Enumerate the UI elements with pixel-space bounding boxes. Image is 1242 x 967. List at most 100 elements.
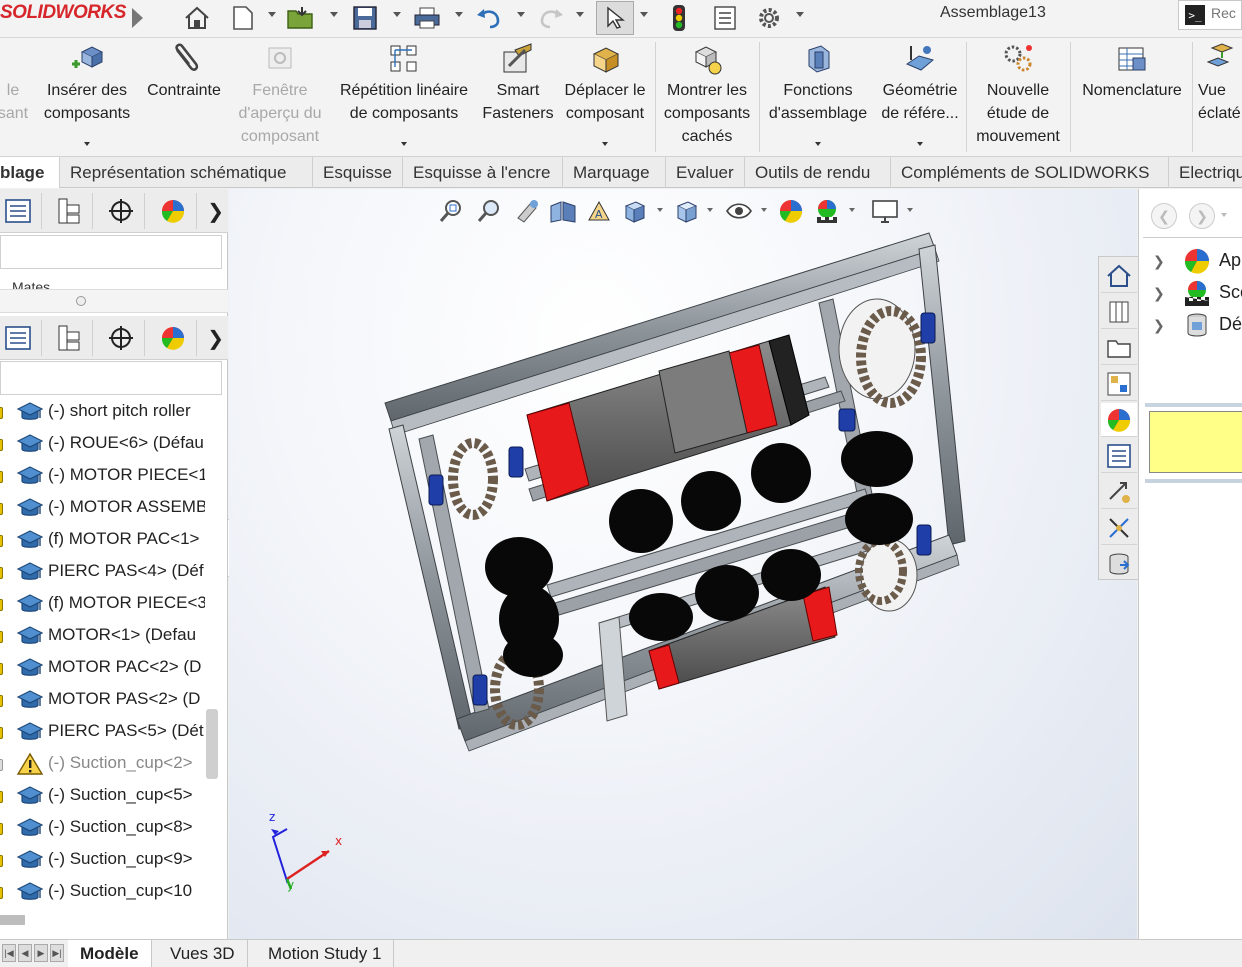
tree-item[interactable]: (-) short pitch roller <box>0 396 205 428</box>
property-manager-icon[interactable] <box>45 193 93 229</box>
tab-evaluate[interactable]: Evaluer <box>666 157 745 188</box>
tab-assembly[interactable]: blage <box>0 157 60 188</box>
tree-horizontal-scrollbar[interactable] <box>0 915 25 925</box>
undo-icon[interactable] <box>474 3 504 33</box>
move-component-dropdown-icon[interactable] <box>602 142 608 146</box>
show-hidden-components-button[interactable]: Montrer les composants cachés <box>658 38 756 156</box>
first-tab-icon[interactable]: |◀ <box>2 944 16 962</box>
chevron-right-icon[interactable]: ❯ <box>1153 253 1165 270</box>
assembly-features-button[interactable]: Fonctions d'assemblage <box>762 38 874 156</box>
options-icon[interactable] <box>754 3 784 33</box>
solidworks-logo[interactable]: SOLIDWORKS <box>0 2 126 24</box>
pdm-tab[interactable] <box>1101 547 1137 581</box>
tree-filter-box[interactable] <box>0 235 222 269</box>
file-explorer-tab[interactable] <box>1101 331 1137 365</box>
last-tab-icon[interactable]: ▶| <box>50 944 64 962</box>
tree-item[interactable]: MOTOR PAS<2> (D <box>0 684 205 716</box>
reference-geometry-button[interactable]: Géométrie de référe... <box>876 38 964 156</box>
new-dropdown-icon[interactable] <box>268 12 276 17</box>
print-dropdown-icon[interactable] <box>455 12 463 17</box>
tree-item[interactable]: (-) Suction_cup<10 <box>0 876 205 908</box>
exploded-view-button[interactable]: Vue éclaté <box>1196 38 1242 156</box>
tree-item[interactable]: PIERC PAS<4> (Déf <box>0 556 205 588</box>
tab-render-tools[interactable]: Outils de rendu <box>745 157 891 188</box>
solidworks-forum-tab[interactable] <box>1101 475 1137 509</box>
tab-schematic[interactable]: Représentation schématique <box>60 157 313 188</box>
property-manager-icon[interactable] <box>45 320 93 356</box>
reference-geometry-dropdown-icon[interactable] <box>917 142 923 146</box>
graphics-area[interactable]: A z x y <box>229 189 1137 939</box>
tab-model[interactable]: Modèle <box>68 940 152 967</box>
home-icon[interactable] <box>182 3 212 33</box>
tab-motion-study-1[interactable]: Motion Study 1 <box>256 940 395 967</box>
undo-dropdown-icon[interactable] <box>517 12 525 17</box>
tree-item[interactable]: PIERC PAS<5> (Dét <box>0 716 205 748</box>
save-icon[interactable] <box>350 3 380 33</box>
tab-3d-views[interactable]: Vues 3D <box>158 940 248 967</box>
assembly-3d-model[interactable]: z x y <box>229 189 1137 939</box>
solidworks-resources-tab[interactable] <box>1101 259 1137 293</box>
appearances-scenes-tab[interactable] <box>1101 403 1137 437</box>
tree-item[interactable]: (-) MOTOR ASSEMB <box>0 492 205 524</box>
chevron-right-icon[interactable]: ❯ <box>207 326 224 351</box>
tab-sketch[interactable]: Esquisse <box>313 157 403 188</box>
chevron-right-icon[interactable]: ❯ <box>207 199 224 224</box>
panel-splitter[interactable] <box>0 289 228 313</box>
feature-manager-tree-icon[interactable] <box>0 193 42 229</box>
tree-item[interactable]: (-) Suction_cup<5> <box>0 780 205 812</box>
component-icon <box>16 624 44 648</box>
tab-ink-sketch[interactable]: Esquisse à l'encre <box>403 157 563 188</box>
tree-item[interactable]: (-) MOTOR PIECE<1 <box>0 460 205 492</box>
view-palette-tab[interactable] <box>1101 367 1137 401</box>
tree-item[interactable]: MOTOR<1> (Defau <box>0 620 205 652</box>
save-dropdown-icon[interactable] <box>393 12 401 17</box>
component-icon <box>16 880 44 904</box>
smart-fasteners-button[interactable]: Smart Fasteners <box>480 38 556 156</box>
tree-item[interactable]: (-) Suction_cup<8> <box>0 812 205 844</box>
tree-item[interactable]: (f) MOTOR PAC<1> <box>0 524 205 556</box>
options-dropdown-icon[interactable] <box>796 12 804 17</box>
insert-components-dropdown-icon[interactable] <box>84 142 90 146</box>
tree-vertical-scrollbar[interactable] <box>206 709 218 779</box>
tab-electrical[interactable]: Electriqu <box>1169 157 1242 188</box>
tree-item[interactable]: (-) Suction_cup<9> <box>0 844 205 876</box>
open-icon[interactable] <box>286 3 316 33</box>
print-icon[interactable] <box>412 3 442 33</box>
insert-components-button[interactable]: Insérer des composants <box>40 38 134 156</box>
tab-solidworks-addins[interactable]: Compléments de SOLIDWORKS <box>891 157 1169 188</box>
menu-expand-arrow-icon[interactable] <box>132 8 143 28</box>
feature-manager-tree-icon[interactable] <box>0 320 42 356</box>
select-icon[interactable] <box>596 1 634 35</box>
tree-item[interactable]: (-) Suction_cup<2> <box>0 748 205 780</box>
bill-of-materials-button[interactable]: Nomenclature <box>1074 38 1190 156</box>
search-input[interactable] <box>1211 5 1242 21</box>
chevron-right-icon[interactable]: ❯ <box>1153 317 1165 334</box>
configuration-manager-icon[interactable] <box>97 193 145 229</box>
assembly-features-dropdown-icon[interactable] <box>815 142 821 146</box>
tree-filter-box-lower[interactable] <box>0 361 222 395</box>
new-motion-study-button[interactable]: Nouvelle étude de mouvement <box>968 38 1068 156</box>
open-dropdown-icon[interactable] <box>330 12 338 17</box>
display-manager-icon[interactable] <box>149 193 197 229</box>
design-library-tab[interactable] <box>1101 295 1137 329</box>
command-search-box[interactable]: >_ <box>1178 0 1242 30</box>
tree-item[interactable]: MOTOR PAC<2> (D <box>0 652 205 684</box>
new-document-icon[interactable] <box>228 3 258 33</box>
display-manager-icon[interactable] <box>149 320 197 356</box>
tree-item[interactable]: (f) MOTOR PIECE<3 <box>0 588 205 620</box>
rebuild-icon[interactable] <box>664 3 694 33</box>
electrical-tab[interactable] <box>1101 511 1137 545</box>
configuration-manager-icon[interactable] <box>97 320 145 356</box>
next-tab-icon[interactable]: ▶ <box>34 944 48 962</box>
tree-item[interactable]: (-) ROUE<6> (Défau <box>0 428 205 460</box>
mate-button[interactable]: Contrainte <box>138 38 230 156</box>
linear-pattern-dropdown-icon[interactable] <box>401 142 407 146</box>
tab-markup[interactable]: Marquage <box>563 157 666 188</box>
select-dropdown-icon[interactable] <box>640 12 648 17</box>
previous-tab-icon[interactable]: ◀ <box>18 944 32 962</box>
linear-component-pattern-button[interactable]: Répétition linéaire de composants <box>332 38 476 156</box>
custom-properties-tab[interactable] <box>1101 439 1137 473</box>
chevron-right-icon[interactable]: ❯ <box>1153 285 1165 302</box>
file-properties-icon[interactable] <box>710 3 740 33</box>
move-component-button[interactable]: Déplacer le composant <box>558 38 652 156</box>
